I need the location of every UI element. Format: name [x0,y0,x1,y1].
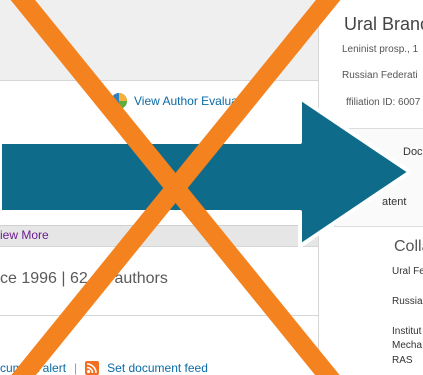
collab-item[interactable]: RAS [392,355,413,366]
collab-item[interactable]: Mecha [392,340,422,351]
page-root: View Author Evaluator iew More ce 1996 |… [0,0,423,375]
collab-item[interactable]: Russia [392,296,423,307]
author-stats-text: ce 1996 | 62 co-authors [0,270,168,287]
tab-patents[interactable]: atent [382,196,406,208]
view-author-evaluator-link[interactable]: View Author Evaluator [110,92,252,110]
tab-documents[interactable]: Doc [403,146,423,158]
address-line-1: Leninist prosp., 1 [342,44,419,55]
profile-header-area [0,0,318,80]
address-line-2: Russian Federati [342,70,418,81]
collab-item[interactable]: Institut [392,326,421,337]
header-divider [0,80,318,81]
view-more-link[interactable]: iew More [0,228,49,242]
pie-chart-icon [111,93,127,109]
view-author-evaluator-label: View Author Evaluator [134,94,252,108]
rss-icon[interactable] [85,361,100,375]
document-tabs-panel [334,128,423,227]
alert-row: cument alert | Set document feed [0,360,208,375]
set-document-feed-link[interactable]: Set document feed [107,361,208,375]
collaborations-title: Colla [394,238,423,255]
affiliation-id: ffiliation ID: 6007 [346,97,421,108]
document-alert-link[interactable]: cument alert [0,361,66,375]
collab-item[interactable]: Ural Fe [392,266,423,277]
separator: | [74,361,78,375]
author-profile-pane: View Author Evaluator iew More ce 1996 |… [0,0,318,375]
institution-name: Ural Branch, [344,14,423,34]
